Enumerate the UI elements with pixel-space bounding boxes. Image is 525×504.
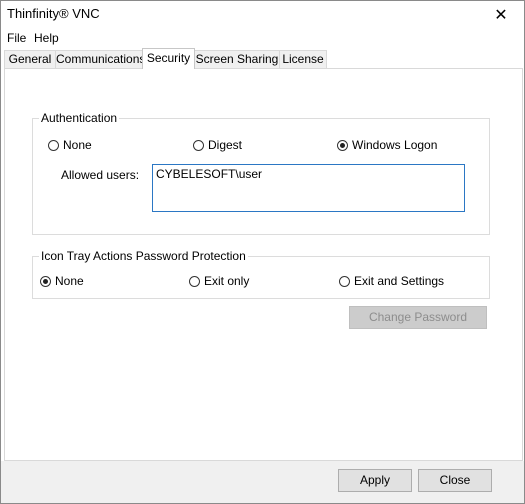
app-window: Thinfinity® VNC ✕ File Help General Comm… — [0, 0, 525, 504]
auth-none-label: None — [63, 138, 92, 152]
menu-bar: File Help — [1, 29, 524, 47]
tray-exit-and-settings-label: Exit and Settings — [354, 274, 445, 288]
tab-security[interactable]: Security — [142, 48, 195, 69]
tab-strip: General Communications Security Screen S… — [4, 48, 521, 69]
tab-screen-sharing[interactable]: Screen Sharing — [194, 50, 280, 68]
allowed-users-field[interactable]: CYBELESOFT\user — [152, 164, 465, 212]
tab-general[interactable]: General — [4, 50, 56, 68]
authentication-group: Authentication None Digest Windows Logon… — [32, 111, 490, 235]
close-button[interactable]: Close — [418, 469, 492, 492]
radio-icon — [189, 275, 200, 287]
footer-bar: Apply Close — [1, 461, 524, 503]
tray-exit-only-label: Exit only — [204, 274, 250, 288]
window-title: Thinfinity® VNC — [7, 6, 100, 21]
authentication-title: Authentication — [39, 111, 120, 125]
radio-icon — [193, 139, 204, 151]
auth-digest-radio[interactable]: Digest — [193, 138, 242, 152]
radio-selected-icon — [40, 275, 51, 287]
radio-selected-icon — [337, 139, 348, 151]
radio-icon — [339, 275, 350, 287]
tray-none-label: None — [55, 274, 84, 288]
apply-button[interactable]: Apply — [338, 469, 412, 492]
tray-none-radio[interactable]: None — [40, 274, 84, 288]
tab-communications[interactable]: Communications — [55, 50, 145, 68]
allowed-users-label: Allowed users: — [61, 168, 140, 182]
auth-none-radio[interactable]: None — [48, 138, 92, 152]
title-bar: Thinfinity® VNC ✕ — [1, 1, 524, 29]
icon-tray-title: Icon Tray Actions Password Protection — [39, 249, 248, 263]
auth-windows-logon-radio[interactable]: Windows Logon — [337, 138, 437, 152]
security-panel: Authentication None Digest Windows Logon… — [4, 68, 523, 461]
auth-windows-logon-label: Windows Logon — [352, 138, 438, 152]
auth-digest-label: Digest — [208, 138, 243, 152]
menu-help[interactable]: Help — [34, 31, 59, 45]
radio-icon — [48, 139, 59, 151]
change-password-button[interactable]: Change Password — [349, 306, 487, 329]
tray-exit-only-radio[interactable]: Exit only — [189, 274, 249, 288]
menu-file[interactable]: File — [7, 31, 26, 45]
tab-license[interactable]: License — [279, 50, 327, 68]
icon-tray-group: Icon Tray Actions Password Protection No… — [32, 249, 490, 299]
close-window-icon[interactable]: ✕ — [478, 1, 524, 29]
tray-exit-and-settings-radio[interactable]: Exit and Settings — [339, 274, 444, 288]
